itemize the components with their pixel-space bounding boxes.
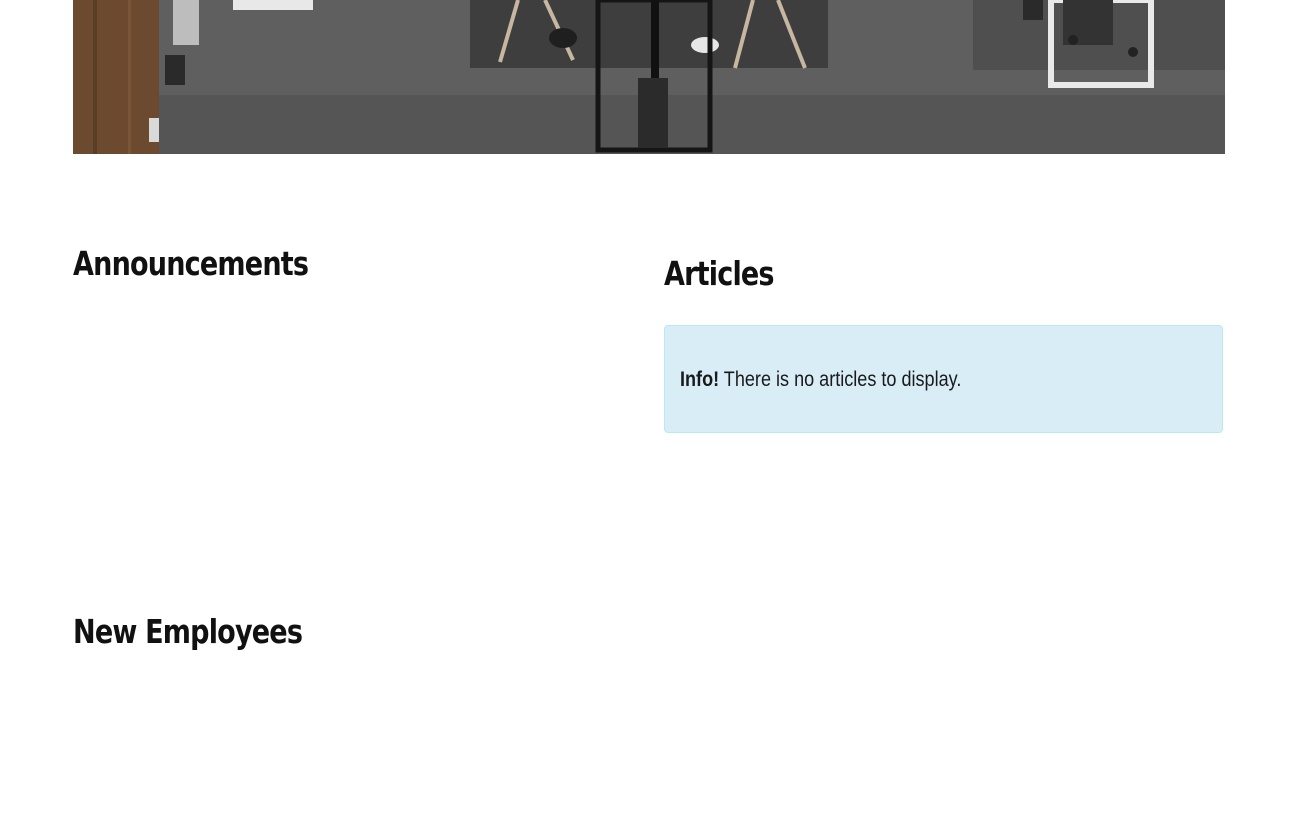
info-alert: Info! There is no articles to display. (664, 325, 1223, 433)
hero-banner-image (73, 0, 1225, 154)
office-photo (73, 0, 1225, 154)
articles-heading: Articles (664, 254, 775, 293)
info-alert-text: Info! There is no articles to display. (680, 368, 961, 392)
info-alert-label: Info! (680, 368, 720, 391)
announcements-heading: Announcements (73, 244, 309, 283)
page: Announcements Articles Info! There is no… (0, 0, 1300, 825)
new-employees-heading: New Employees (73, 612, 303, 651)
info-alert-message: There is no articles to display. (719, 368, 962, 391)
